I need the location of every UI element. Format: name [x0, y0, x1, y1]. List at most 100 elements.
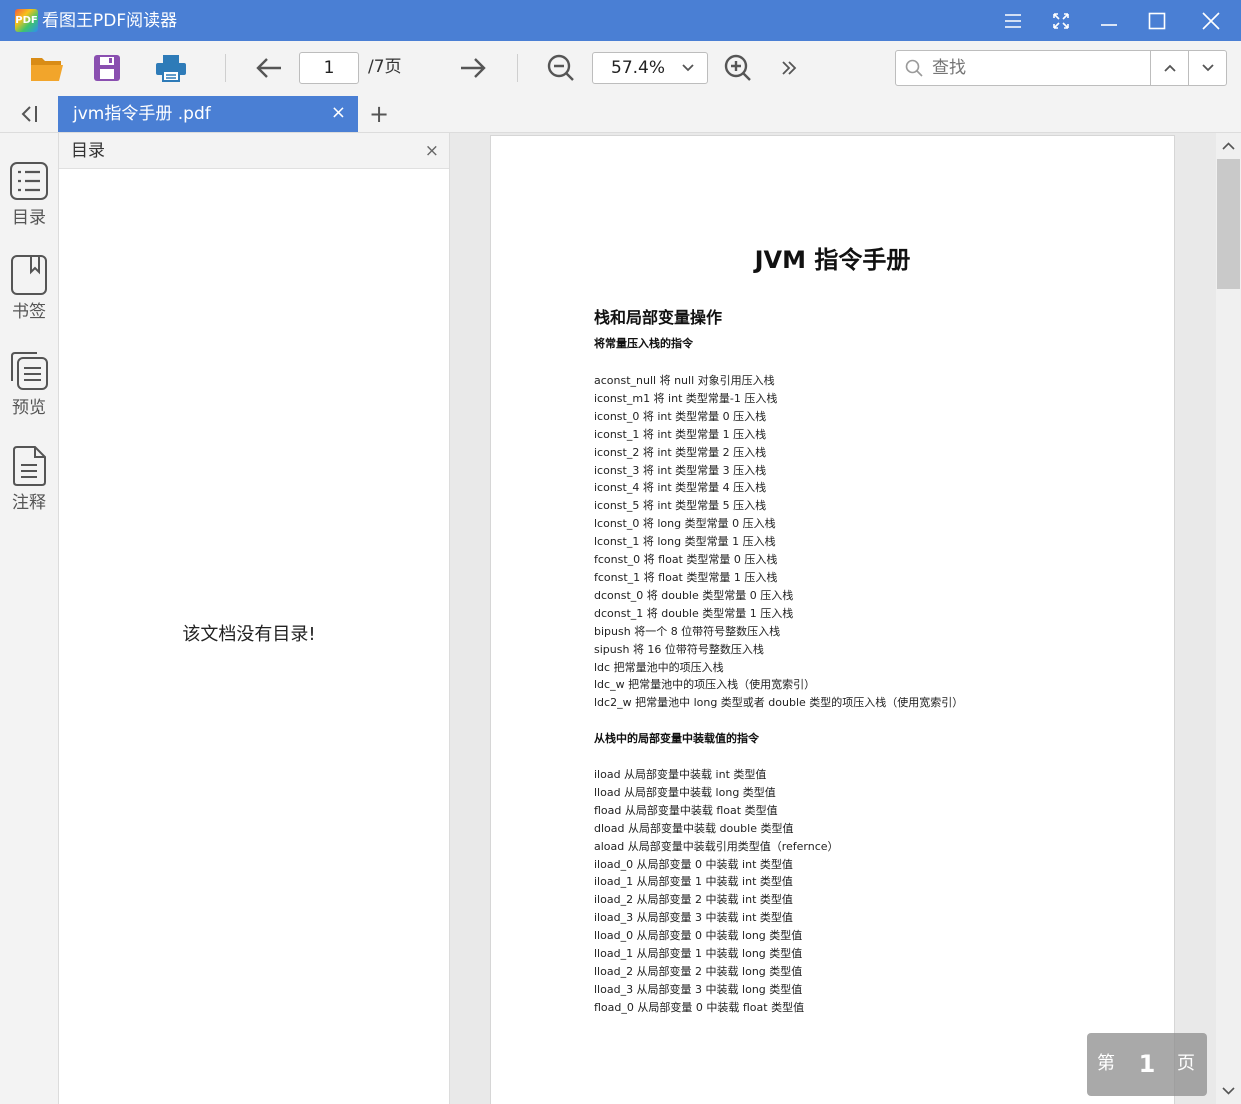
instruction-line: iload 从局部变量中装载 int 类型值 — [594, 768, 767, 781]
instruction-line: dload 从局部变量中装载 double 类型值 — [594, 821, 794, 835]
open-folder-icon — [31, 58, 63, 81]
rail-item-annotation[interactable]: 注释 — [0, 446, 58, 514]
fullscreen-button[interactable] — [1037, 0, 1085, 41]
instruction-line: aload 从局部变量中装载引用类型值（refernce） — [594, 839, 839, 853]
chevron-up-icon — [1163, 64, 1176, 72]
instruction-line: iconst_1 将 int 类型常量 1 压入栈 — [594, 427, 767, 441]
rail-item-toc[interactable]: 目录 — [0, 161, 58, 229]
app-title: 看图王PDF阅读器 — [42, 11, 178, 31]
scroll-down-icon[interactable] — [1222, 1086, 1235, 1096]
arrow-left-icon — [256, 58, 281, 78]
sidebar-rail: 目录 书签 预览 注释 — [0, 133, 59, 1104]
instruction-line: fconst_0 将 float 类型常量 0 压入栈 — [594, 553, 778, 567]
instruction-line: sipush 将 16 位带符号整数压入栈 — [594, 642, 764, 656]
arrow-right-icon — [461, 58, 486, 78]
search-next-button[interactable] — [1188, 50, 1227, 86]
instruction-line: iconst_3 将 int 类型常量 3 压入栈 — [594, 463, 767, 477]
instruction-line: ldc_w 把常量池中的项压入栈（使用宽索引） — [594, 678, 816, 692]
toc-panel-title: 目录 — [71, 141, 105, 161]
search-box — [895, 50, 1152, 86]
scroll-up-icon[interactable] — [1222, 141, 1235, 151]
page-indicator-suffix: 页 — [1177, 1053, 1195, 1074]
close-window-button[interactable] — [1187, 0, 1235, 41]
instruction-line: iload_0 从局部变量 0 中装载 int 类型值 — [594, 857, 793, 871]
title-bar: PDF 看图王PDF阅读器 — [0, 0, 1241, 41]
open-file-button[interactable] — [27, 49, 67, 87]
zoom-select[interactable]: 57.4% — [592, 52, 708, 84]
subsection-title: 从栈中的局部变量中装载值的指令 — [594, 732, 759, 745]
tab-bar: jvm指令手册 .pdf × + — [0, 96, 1241, 133]
more-tools-button[interactable] — [775, 49, 803, 87]
annotation-icon — [13, 446, 46, 486]
minimize-button[interactable] — [1085, 0, 1133, 41]
toc-panel-close-button[interactable]: × — [425, 141, 439, 161]
tab-label: jvm指令手册 .pdf — [73, 104, 211, 124]
instruction-line: aconst_null 将 null 对象引用压入栈 — [594, 374, 775, 387]
print-icon — [156, 55, 186, 82]
maximize-icon — [1148, 12, 1166, 29]
new-tab-button[interactable]: + — [366, 100, 392, 128]
zoom-in-button[interactable] — [719, 49, 757, 87]
toolbar-separator — [517, 54, 518, 82]
instruction-line: lload 从局部变量中装载 long 类型值 — [594, 785, 776, 799]
rail-item-preview[interactable]: 预览 — [0, 351, 58, 419]
toc-panel: 目录 × 该文档没有目录! — [59, 133, 450, 1104]
page-number-input[interactable]: 1 — [299, 52, 359, 84]
collapse-sidebar-button[interactable] — [14, 103, 44, 125]
section-title: 栈和局部变量操作 — [594, 308, 723, 327]
instruction-line: fload_0 从局部变量 0 中装载 float 类型值 — [594, 1000, 805, 1014]
instruction-line: bipush 将一个 8 位带符号整数压入栈 — [594, 624, 781, 638]
instruction-line: iload_1 从局部变量 1 中装载 int 类型值 — [594, 875, 793, 889]
instruction-line: fload 从局部变量中装载 float 类型值 — [594, 803, 778, 817]
instruction-line: lload_1 从局部变量 1 中装载 long 类型值 — [594, 947, 803, 961]
bookmark-icon — [11, 255, 47, 295]
instruction-line: lload_2 从局部变量 2 中装载 long 类型值 — [594, 964, 803, 978]
instruction-line: lload_0 从局部变量 0 中装载 long 类型值 — [594, 929, 803, 943]
app-logo: PDF — [15, 9, 38, 32]
collapse-sidebar-icon — [21, 106, 37, 122]
next-page-button[interactable] — [453, 49, 493, 87]
search-input[interactable] — [930, 56, 1144, 80]
zoom-out-button[interactable] — [542, 49, 580, 87]
rail-label-bookmark: 书签 — [12, 302, 46, 322]
minimize-icon — [1101, 23, 1117, 26]
instruction-line: dconst_1 将 double 类型常量 1 压入栈 — [594, 606, 794, 620]
prev-page-button[interactable] — [250, 49, 288, 87]
instruction-line: iload_2 从局部变量 2 中装载 int 类型值 — [594, 893, 793, 907]
menu-button[interactable] — [989, 0, 1037, 41]
rail-label-preview: 预览 — [12, 398, 46, 418]
close-icon — [1202, 11, 1220, 30]
instruction-line: lconst_1 将 long 类型常量 1 压入栈 — [594, 535, 776, 549]
instruction-line: iload_3 从局部变量 3 中装载 int 类型值 — [594, 911, 793, 925]
save-button[interactable] — [88, 49, 126, 87]
document-title: JVM 指令手册 — [754, 246, 911, 274]
print-button[interactable] — [150, 49, 192, 87]
instruction-line: iconst_4 将 int 类型常量 4 压入栈 — [594, 481, 767, 495]
tab-close-button[interactable]: × — [331, 103, 346, 123]
instruction-line: lload_3 从局部变量 3 中装载 long 类型值 — [594, 982, 803, 996]
document-viewer[interactable]: JVM 指令手册 栈和局部变量操作 将常量压入栈的指令 aconst_null … — [450, 133, 1216, 1104]
tab-document[interactable]: jvm指令手册 .pdf × — [58, 96, 358, 132]
zoom-out-icon — [547, 54, 574, 81]
rail-item-bookmark[interactable]: 书签 — [0, 255, 58, 323]
toc-icon — [10, 162, 48, 200]
instruction-line: dconst_0 将 double 类型常量 0 压入栈 — [594, 588, 794, 602]
subsection-title: 将常量压入栈的指令 — [594, 337, 693, 350]
rail-label-toc: 目录 — [12, 208, 46, 228]
maximize-button[interactable] — [1133, 0, 1181, 41]
chevron-down-icon — [682, 64, 694, 72]
instruction-line: ldc 把常量池中的项压入栈 — [594, 660, 724, 674]
search-icon — [905, 59, 923, 77]
instruction-list-2: iload 从局部变量中装载 int 类型值 lload 从局部变量中装载 lon… — [594, 766, 839, 1017]
page-indicator: 第 1 页 — [1087, 1033, 1207, 1096]
vertical-scrollbar[interactable] — [1216, 133, 1241, 1104]
instruction-list-1: aconst_null 将 null 对象引用压入栈 iconst_m1 将 in… — [594, 372, 963, 712]
scrollbar-thumb[interactable] — [1217, 159, 1240, 289]
instruction-line: iconst_m1 将 int 类型常量-1 压入栈 — [594, 391, 778, 405]
save-icon — [94, 55, 120, 81]
instruction-line: iconst_2 将 int 类型常量 2 压入栈 — [594, 445, 767, 459]
menu-icon — [1005, 13, 1021, 28]
search-prev-button[interactable] — [1150, 50, 1189, 86]
page-total-label: /7页 — [368, 57, 402, 77]
double-chevron-right-icon — [782, 61, 797, 75]
